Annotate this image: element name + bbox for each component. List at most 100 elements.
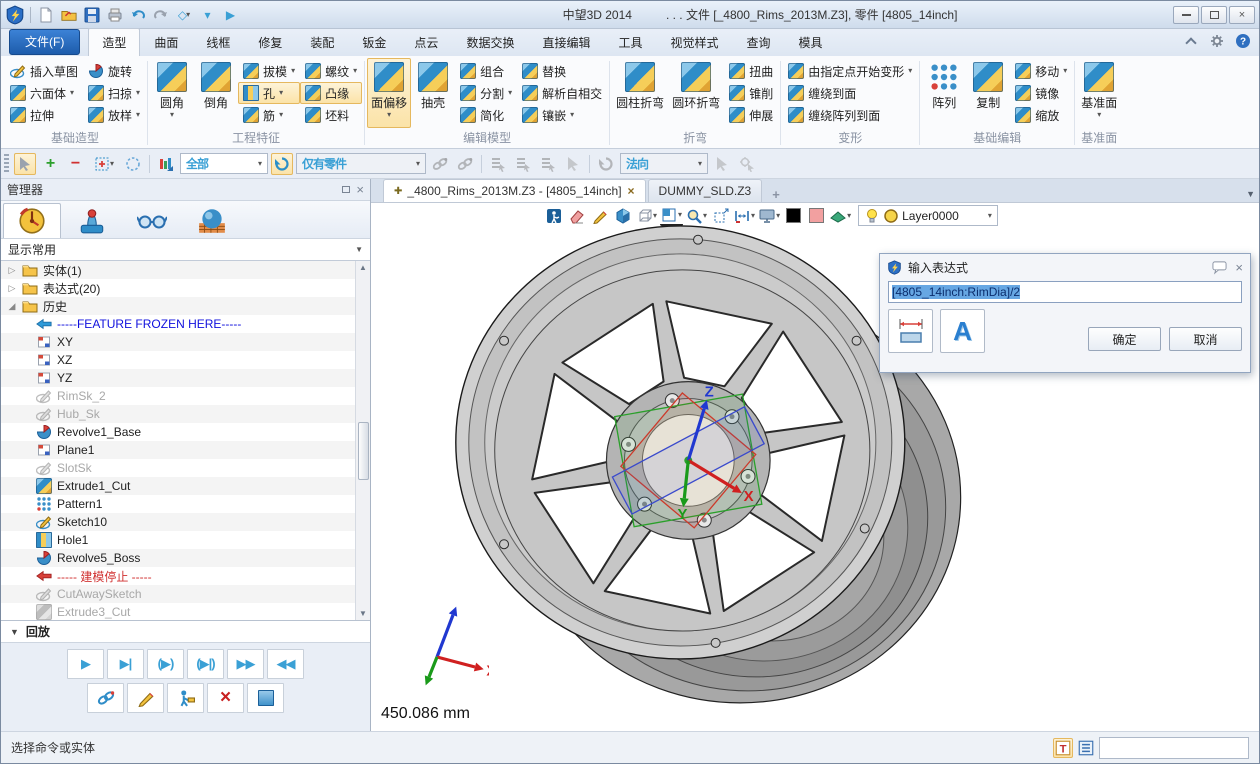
menu-tab-查询[interactable]: 查询 (733, 28, 785, 56)
menu-tab-修复[interactable]: 修复 (244, 28, 296, 56)
pick-box-button[interactable]: ▾ (89, 153, 119, 175)
ribbon-button-revolve[interactable]: 旋转 (83, 60, 145, 82)
ribbon-button-pattern[interactable]: 阵列 (922, 58, 966, 128)
comment-icon[interactable] (1212, 260, 1227, 275)
ribbon-button-mirror[interactable]: 镜像 (1010, 82, 1072, 104)
edit-pencil-button[interactable] (127, 683, 164, 713)
new-file-button[interactable] (36, 5, 56, 25)
remove-selection-button[interactable]: − (64, 153, 86, 175)
ribbon-button-sketch[interactable]: 插入草图 (5, 60, 83, 82)
ribbon-button-fillet[interactable]: 圆角▾ (150, 58, 194, 128)
display-mode-button[interactable]: ▾ (758, 205, 781, 226)
play-step-pause-button[interactable]: (▶|) (187, 649, 224, 679)
help-icon[interactable]: ? (1235, 33, 1251, 49)
tree-item[interactable]: -----FEATURE FROZEN HERE----- (1, 315, 355, 333)
ribbon-button-box[interactable]: 六面体▾ (5, 82, 83, 104)
ribbon-button-copy[interactable]: 复制 (966, 58, 1010, 128)
ribbon-button-rib[interactable]: 筋▾ (238, 104, 300, 126)
exit-button[interactable] (543, 205, 564, 226)
text-variable-button[interactable]: A (940, 309, 985, 353)
link-button[interactable] (87, 683, 124, 713)
scroll-up-icon[interactable]: ▲ (359, 263, 367, 272)
tree-expander-icon[interactable]: ▷ (7, 283, 17, 294)
ribbon-button-face-offset[interactable]: 面偏移▾ (367, 58, 411, 128)
tree-item[interactable]: CutAwaySketch (1, 585, 355, 603)
manager-filter-dropdown[interactable]: 显示常用 ▼ (1, 239, 370, 261)
lasso-button[interactable] (122, 153, 144, 175)
document-tab[interactable]: ✚_4800_Rims_2013M.Z3 - [4805_14inch]× (383, 179, 646, 202)
maximize-button[interactable] (1201, 6, 1227, 24)
tab-overflow-button[interactable]: ▼ (1246, 189, 1255, 199)
save-button[interactable] (82, 5, 102, 25)
manager-tab-render-manager[interactable] (183, 203, 241, 238)
ribbon-button-stock[interactable]: 坯料 (300, 104, 362, 126)
stop-button[interactable] (247, 683, 284, 713)
tree-item[interactable]: ▷表达式(20) (1, 279, 355, 297)
history-list-button[interactable] (1076, 738, 1096, 758)
tree-item[interactable]: Sketch10 (1, 513, 355, 531)
tree-item[interactable]: ◢历史 (1, 297, 355, 315)
ribbon-button-wrap-to-face[interactable]: 缠绕到面 (783, 82, 917, 104)
add-selection-button[interactable]: + (39, 153, 61, 175)
reuse-last-input-button[interactable] (271, 153, 293, 175)
menu-tab-直接编辑[interactable]: 直接编辑 (528, 28, 604, 56)
resize-button[interactable] (710, 205, 731, 226)
document-tab[interactable]: DUMMY_SLD.Z3 (648, 179, 763, 202)
wireframe-display-button[interactable]: ▾ (635, 205, 658, 226)
cancel-button[interactable]: × (207, 683, 244, 713)
menu-tab-工具[interactable]: 工具 (604, 28, 656, 56)
ribbon-button-inlay[interactable]: 镶嵌▾ (517, 104, 607, 126)
menu-tab-模具[interactable]: 模具 (785, 28, 837, 56)
ribbon-button-cylinder-bend[interactable]: 圆柱折弯 (612, 58, 668, 128)
tree-item[interactable]: RimSk_2 (1, 387, 355, 405)
entity-filter-dropdown[interactable]: 全部▾ (180, 153, 268, 174)
ribbon-button-chamfer[interactable]: 倒角 (194, 58, 238, 128)
rewind-button[interactable]: ◀◀ (267, 649, 304, 679)
ribbon-button-torus-bend[interactable]: 圆环折弯 (668, 58, 724, 128)
layer-dropdown[interactable]: Layer0000▾ (858, 205, 998, 226)
menu-tab-视觉样式[interactable]: 视觉样式 (656, 28, 732, 56)
pick-settings-button[interactable] (736, 153, 758, 175)
tree-item[interactable]: YZ (1, 369, 355, 387)
ribbon-button-loft[interactable]: 放样▾ (83, 104, 145, 126)
play-button[interactable]: ▶ (220, 5, 240, 25)
tree-item[interactable]: Revolve5_Boss (1, 549, 355, 567)
dimension-reference-button[interactable] (888, 309, 933, 353)
zoom-button[interactable]: ▾ (685, 205, 708, 226)
play-button[interactable]: ▶ (67, 649, 104, 679)
manager-tab-assembly-manager[interactable] (63, 203, 121, 238)
shaded-display-button[interactable] (612, 205, 633, 226)
tree-item[interactable]: XY (1, 333, 355, 351)
manager-tab-visual-manager[interactable] (123, 203, 181, 238)
entity-filter-icon[interactable] (155, 153, 177, 175)
tree-expander-icon[interactable]: ◢ (7, 301, 17, 312)
playback-section-header[interactable]: ▼ 回放 (1, 621, 370, 643)
tree-item[interactable]: Pattern1 (1, 495, 355, 513)
menu-tab-曲面[interactable]: 曲面 (140, 28, 192, 56)
ribbon-button-thread[interactable]: 螺纹▾ (300, 60, 362, 82)
new-tab-button[interactable]: + (764, 187, 788, 202)
ribbon-button-draft[interactable]: 拔模▾ (238, 60, 300, 82)
tree-item[interactable]: Hole1 (1, 531, 355, 549)
customize-button[interactable]: ▾ (197, 5, 217, 25)
tree-item[interactable]: Revolve1_Base (1, 423, 355, 441)
ribbon-button-flange[interactable]: 凸缘 (300, 82, 362, 104)
scroll-down-icon[interactable]: ▼ (359, 609, 367, 618)
tree-item[interactable]: ▷实体(1) (1, 261, 355, 279)
menu-tab-装配[interactable]: 装配 (296, 28, 348, 56)
ribbon-button-shell[interactable]: 抽壳 (411, 58, 455, 128)
graphics-canvas[interactable]: ZXY ▾▾▾▾▾▾Layer0000▾ 输入表达式 × [4805_14inc… (371, 203, 1259, 731)
gear-icon[interactable] (1209, 33, 1225, 49)
tree-item[interactable]: SlotSk (1, 459, 355, 477)
command-input[interactable] (1099, 737, 1249, 759)
ribbon-button-morph-from-point[interactable]: 由指定点开始变形▾ (783, 60, 917, 82)
menu-tab-线框[interactable]: 线框 (192, 28, 244, 56)
scope-filter-dropdown[interactable]: 仅有零件▾ (296, 153, 426, 174)
ribbon-button-taper[interactable]: 锥削 (724, 82, 778, 104)
ribbon-button-simplify[interactable]: 简化 (455, 104, 517, 126)
manager-close-button[interactable]: × (356, 182, 364, 197)
ribbon-button-replace[interactable]: 替换 (517, 60, 607, 82)
ribbon-button-resolve-self-intersect[interactable]: 解析自相交 (517, 82, 607, 104)
menu-tab-造型[interactable]: 造型 (88, 28, 140, 56)
close-button[interactable]: × (1229, 6, 1255, 24)
